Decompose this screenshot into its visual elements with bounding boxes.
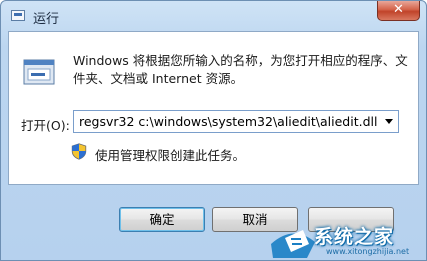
run-app-icon [11,10,25,21]
ok-button[interactable]: 确定 [119,207,205,232]
run-program-icon [23,59,55,85]
command-input[interactable] [74,111,379,132]
dialog-description: Windows 将根据您所输入的名称，为您打开相应的程序、文件夹、文档或 Int… [73,53,408,86]
run-dialog-window: 运行 ✕ Windows 将根据您所输入的名称，为您打开相应的程序、文件夹、文档… [0,0,427,261]
watermark-text: 系统之家 [314,226,395,248]
watermark-url: www.xitongzhijia.net [326,247,410,256]
open-label: 打开(O): [21,118,70,133]
close-button[interactable]: ✕ [377,1,420,21]
window-title: 运行 [33,12,60,27]
uac-shield-icon [71,143,87,160]
admin-privilege-note: 使用管理权限创建此任务。 [95,148,246,163]
chevron-down-icon[interactable] [385,119,393,124]
command-combobox[interactable] [73,110,399,133]
title-bar[interactable]: 运行 ✕ [1,1,426,31]
dialog-content: Windows 将根据您所输入的名称，为您打开相应的程序、文件夹、文档或 Int… [8,31,419,185]
